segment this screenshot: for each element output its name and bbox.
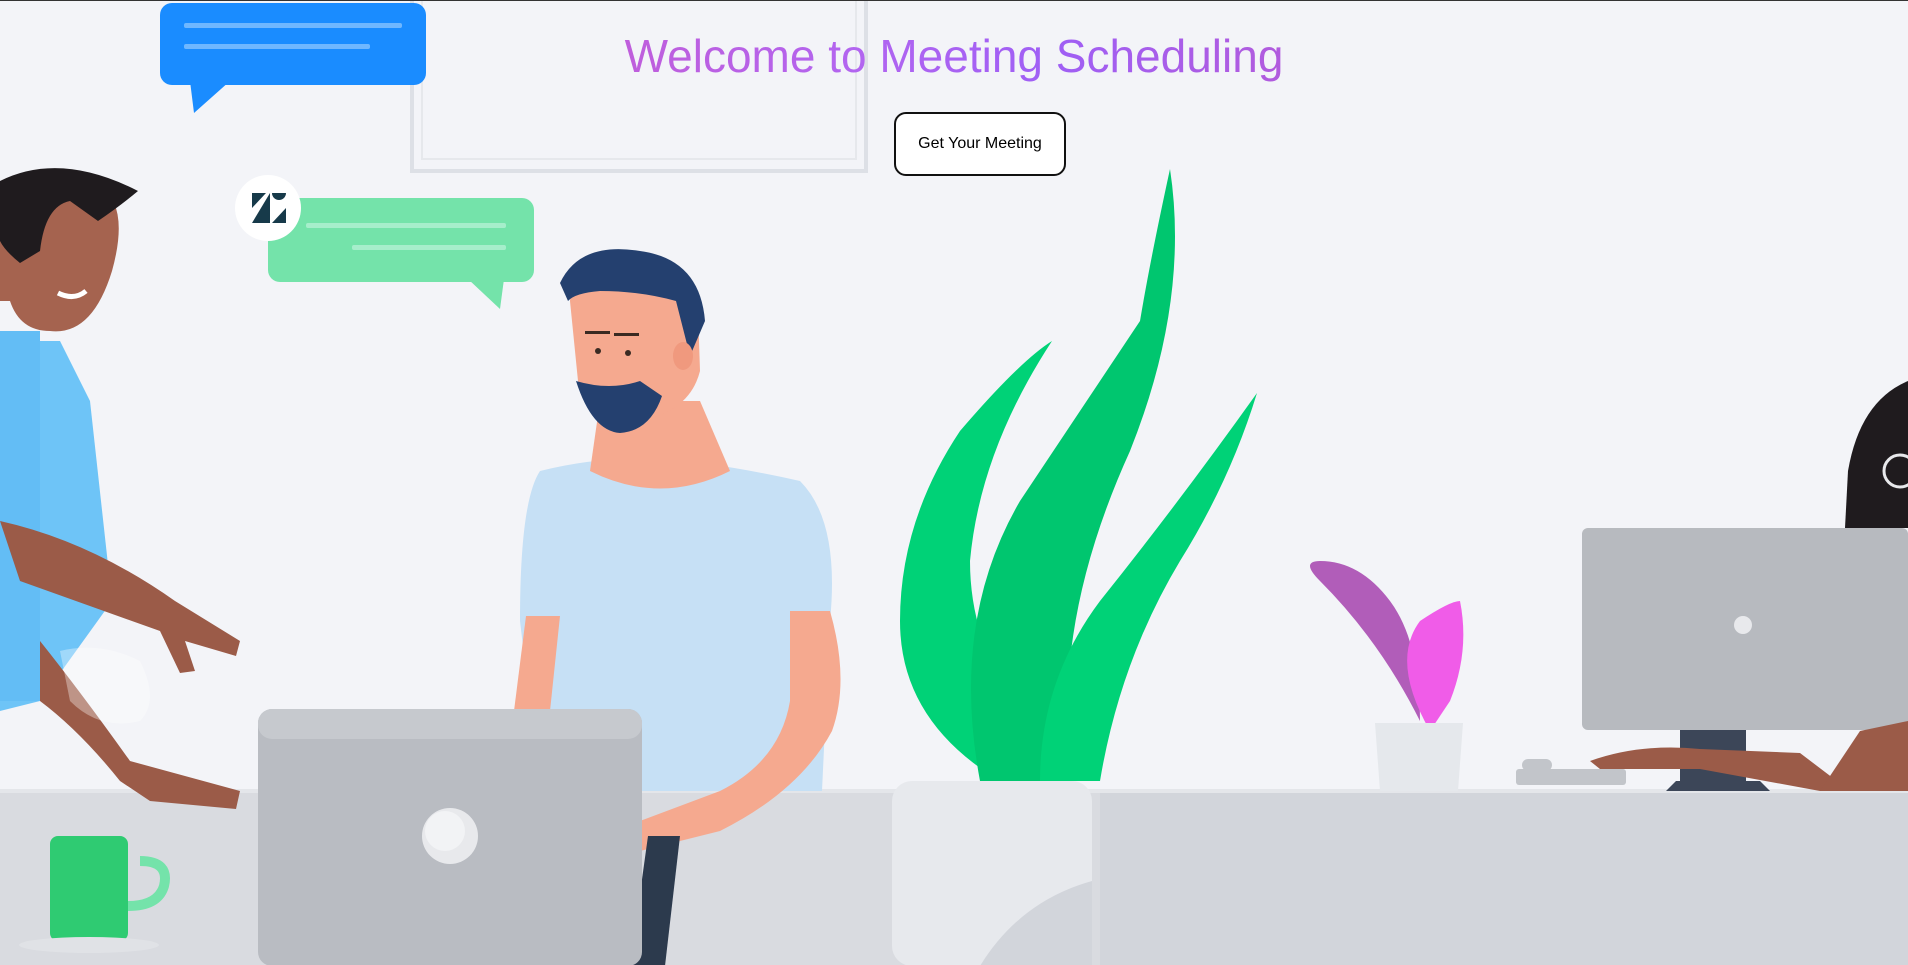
- laptop-icon: [258, 709, 642, 965]
- get-your-meeting-button[interactable]: Get Your Meeting: [894, 112, 1066, 176]
- zendesk-logo-icon: [235, 175, 301, 241]
- page-title: Welcome to Meeting Scheduling: [0, 29, 1908, 83]
- page: Welcome to Meeting Scheduling Get Your M…: [0, 0, 1908, 965]
